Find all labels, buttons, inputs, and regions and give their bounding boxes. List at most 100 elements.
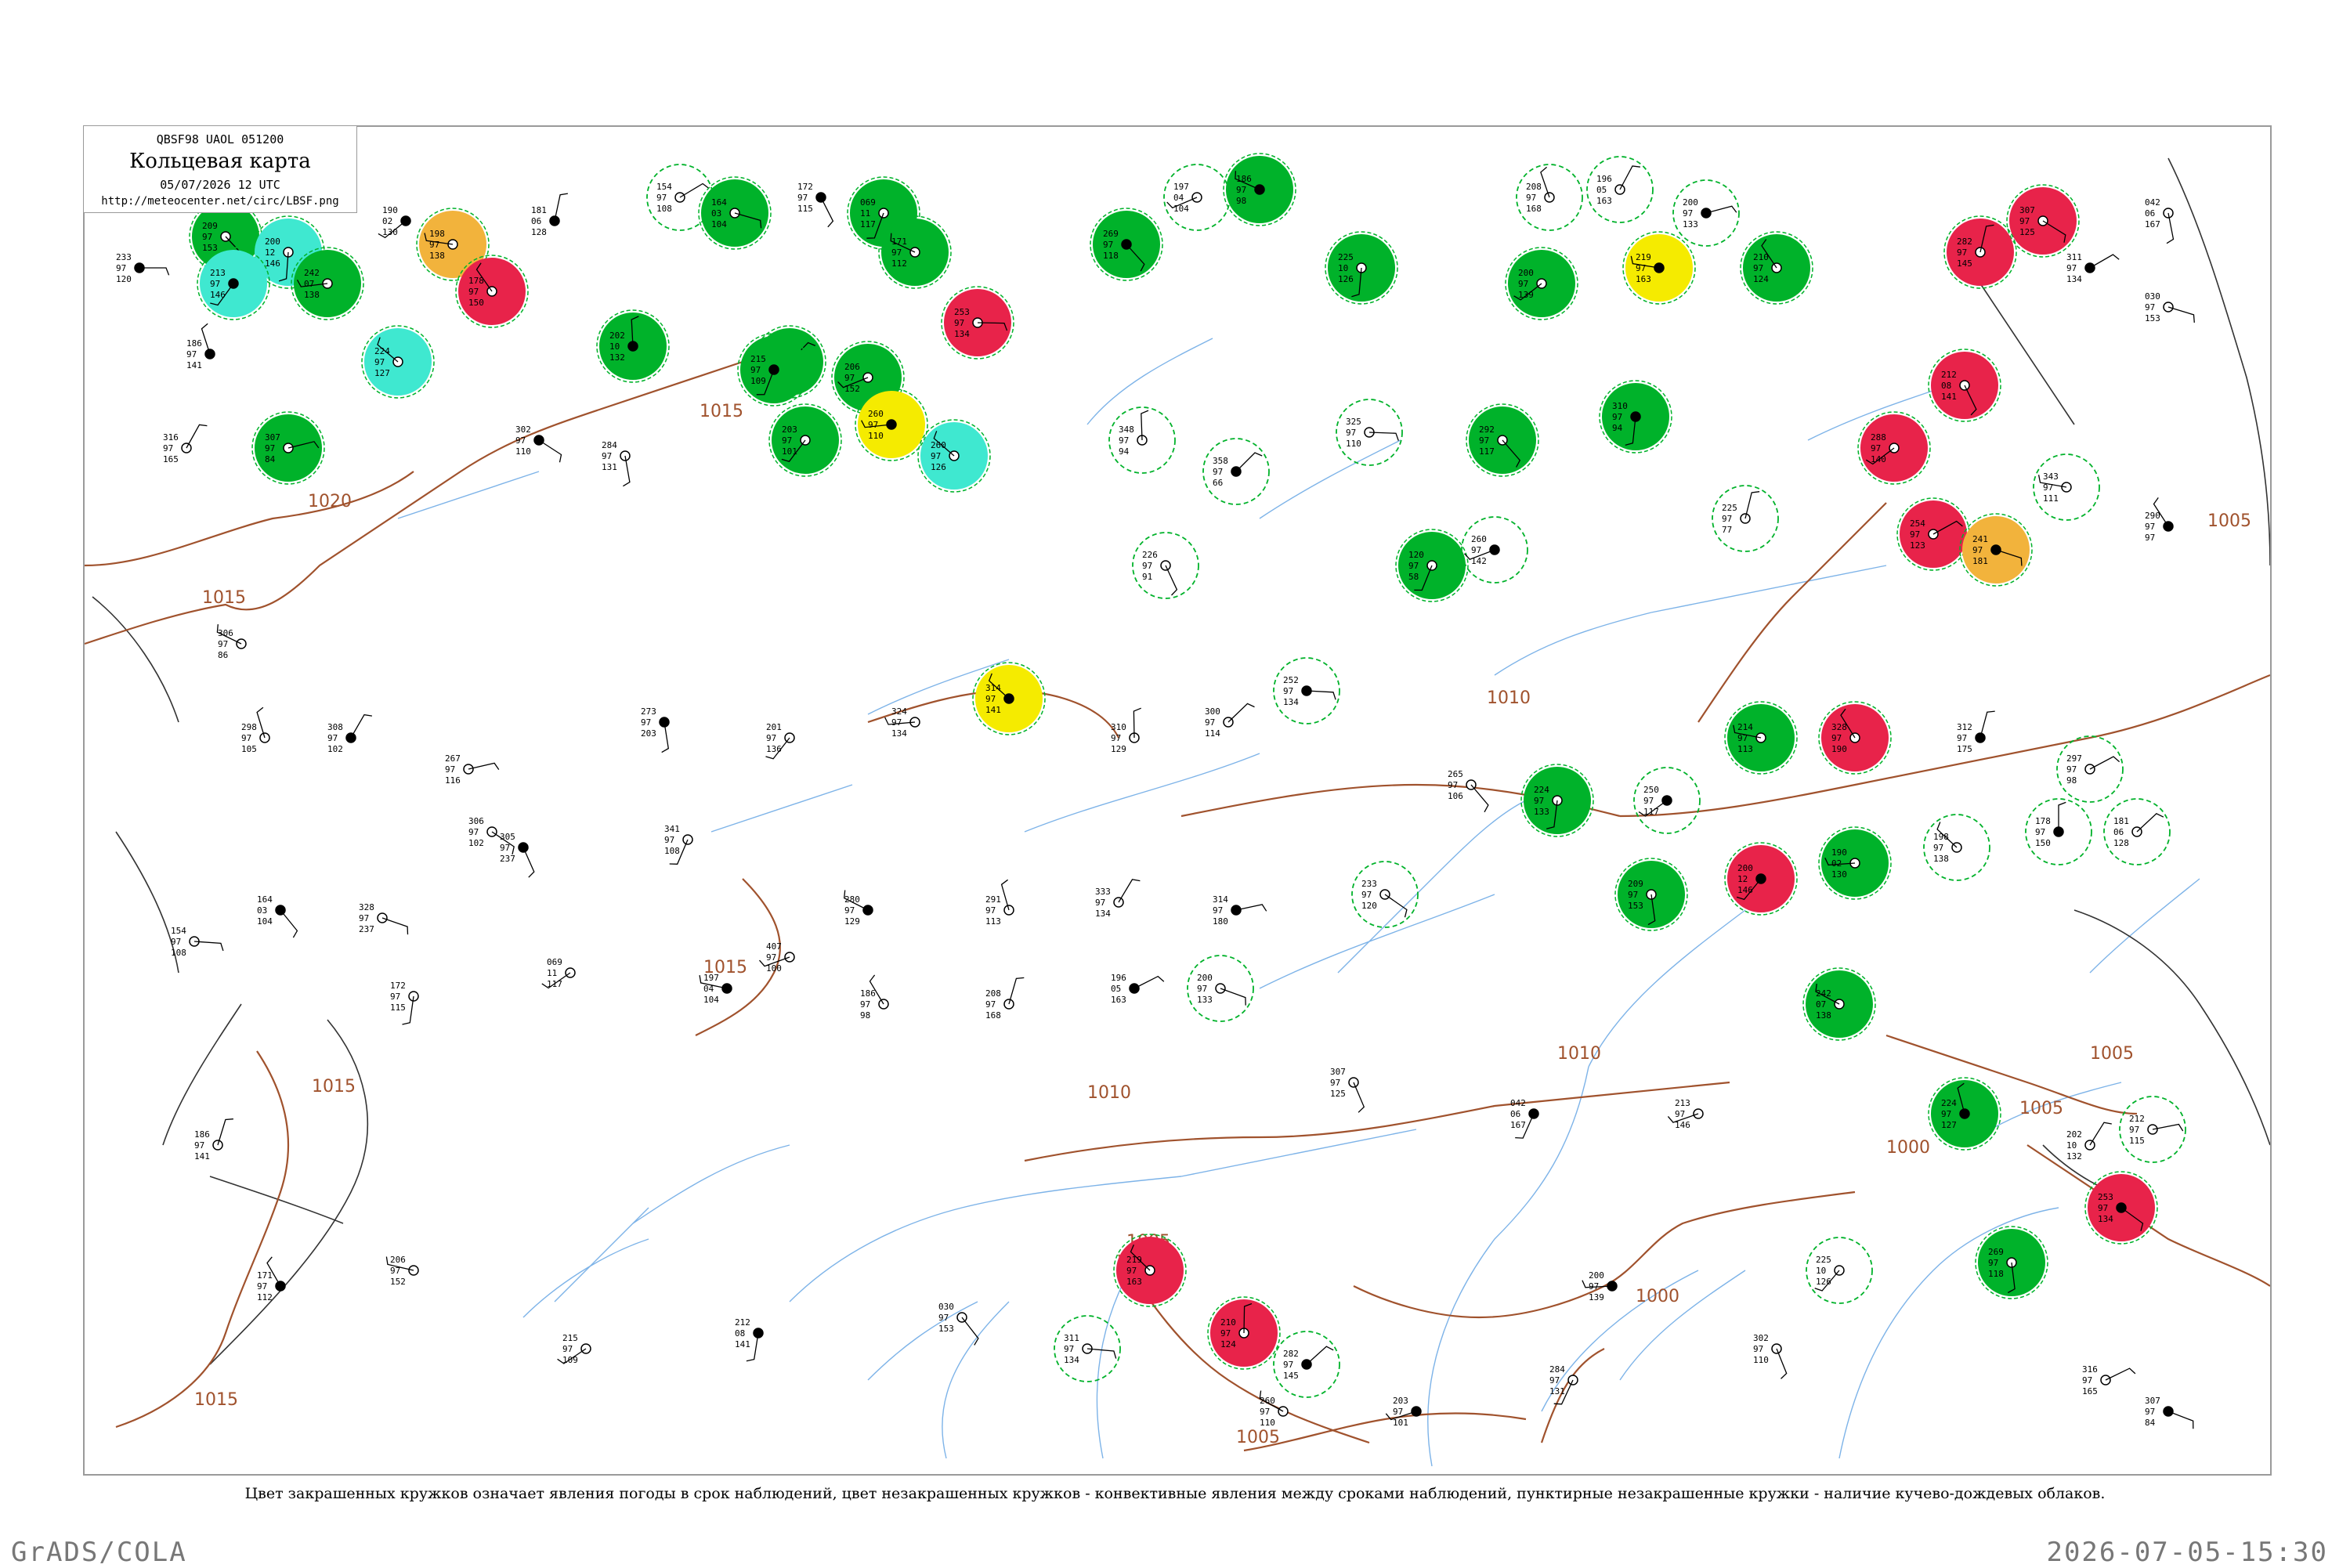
station-marker[interactable]: 31697165 — [2082, 1364, 2136, 1396]
station-marker[interactable]: 3109794 — [1599, 380, 1672, 453]
station-marker[interactable]: 28897140 — [1857, 411, 1931, 485]
station-marker[interactable]: 22497127 — [1928, 1077, 2001, 1151]
station-marker[interactable]: 34397111 — [2033, 453, 2100, 521]
station-marker[interactable]: 19002130 — [378, 205, 411, 239]
station-marker[interactable]: 17197112 — [878, 215, 952, 289]
station-marker[interactable]: 2909797 — [2145, 497, 2174, 543]
station-marker[interactable]: 31297175 — [1957, 710, 1995, 754]
station-marker[interactable]: 22497133 — [1520, 764, 1594, 837]
station-marker[interactable]: 19002130 — [1818, 826, 1892, 900]
station-marker[interactable]: 30297110 — [515, 425, 562, 463]
station-marker[interactable]: 25397134 — [941, 286, 1014, 359]
station-marker[interactable]: 26097110 — [855, 388, 928, 461]
station-marker[interactable]: 21397146 — [197, 247, 270, 320]
station-marker[interactable]: 26097142 — [1461, 516, 1528, 583]
station-marker[interactable]: 20097133 — [1672, 179, 1740, 247]
station-marker[interactable]: 03097153 — [2145, 291, 2195, 323]
station-marker[interactable]: 40797100 — [759, 941, 795, 974]
station-marker[interactable]: 23397120 — [116, 252, 170, 284]
station-marker[interactable]: 3589766 — [1202, 438, 1270, 505]
station-marker[interactable]: 24197181 — [1959, 513, 2033, 587]
station-marker[interactable]: 24207138 — [291, 247, 364, 320]
station-marker[interactable]: 31497141 — [972, 662, 1046, 735]
station-marker[interactable]: 19704104 — [699, 973, 732, 1005]
station-marker[interactable]: 18697141 — [186, 323, 215, 370]
station-marker[interactable]: 17297115 — [797, 182, 834, 228]
station-marker[interactable]: 20210132 — [596, 309, 670, 383]
station-marker[interactable]: 28297145 — [1943, 215, 2017, 289]
station-marker[interactable]: 18106128 — [2103, 798, 2171, 865]
station-marker[interactable]: 30097114 — [1205, 703, 1255, 739]
station-marker[interactable]: 27397203 — [641, 706, 670, 753]
station-marker[interactable]: 31197134 — [2066, 252, 2120, 284]
station-marker[interactable]: 32897190 — [1818, 701, 1892, 775]
station-marker[interactable]: 20012146 — [1724, 842, 1798, 916]
stations-layer[interactable]: 23397120 20997153 20012146 19002130 19897138… — [116, 153, 2195, 1429]
station-marker[interactable]: 20197136 — [765, 722, 795, 760]
station-marker[interactable]: 26797116 — [445, 753, 500, 786]
station-marker[interactable]: 16403104 — [257, 894, 298, 938]
station-marker[interactable]: 28497131 — [602, 440, 631, 487]
station-marker[interactable]: 21097124 — [1740, 231, 1813, 305]
station-marker[interactable]: 20397101 — [768, 403, 842, 477]
station-marker[interactable]: 15497108 — [171, 926, 224, 958]
station-marker[interactable]: 20897168 — [1516, 164, 1583, 231]
synoptic-map[interactable]: 1020 1015 1015 1015 1015 1015 1010 1010 … — [85, 127, 2270, 1474]
station-marker[interactable]: 20897168 — [985, 977, 1025, 1021]
station-marker[interactable]: 22510126 — [1325, 231, 1398, 305]
station-marker[interactable]: 17897150 — [455, 255, 529, 328]
station-marker[interactable]: 19897138 — [1923, 814, 1990, 881]
station-marker[interactable]: 34197108 — [664, 824, 693, 865]
station-marker[interactable]: 22510126 — [1806, 1237, 1873, 1304]
station-marker[interactable]: 1209758 — [1395, 529, 1469, 602]
station-marker[interactable]: 25297134 — [1273, 657, 1340, 724]
station-marker[interactable]: 3489794 — [1108, 406, 1176, 474]
station-marker[interactable]: 21397146 — [1667, 1098, 1704, 1130]
source-url[interactable]: http://meteocenter.net/circ/LBSF.png — [84, 195, 356, 208]
station-marker[interactable]: 21497113 — [1724, 701, 1798, 775]
station-marker[interactable]: 3069786 — [216, 624, 247, 660]
station-marker[interactable]: 17297115 — [390, 981, 419, 1025]
station-marker[interactable]: 16403104 — [698, 176, 772, 250]
station-marker[interactable]: 29297117 — [1466, 403, 1539, 477]
station-marker[interactable]: 03097153 — [938, 1302, 979, 1346]
station-marker[interactable]: 31097129 — [1111, 707, 1141, 754]
station-marker[interactable]: 31197134 — [1054, 1315, 1121, 1382]
station-marker[interactable]: 2979798 — [2056, 735, 2124, 803]
station-marker[interactable]: 04206167 — [2145, 197, 2175, 244]
station-marker[interactable]: 19605163 — [1586, 156, 1654, 223]
station-marker[interactable]: 30797125 — [1330, 1067, 1365, 1113]
station-marker[interactable]: 30897102 — [327, 714, 372, 754]
station-marker[interactable]: 26997118 — [1975, 1226, 2048, 1299]
station-marker[interactable]: 21208141 — [1928, 349, 2001, 422]
station-marker[interactable]: 33397134 — [1095, 879, 1141, 919]
station-marker[interactable]: 32897237 — [359, 902, 409, 935]
station-marker[interactable]: 06911117 — [541, 957, 576, 989]
station-marker[interactable]: 28097129 — [844, 890, 873, 927]
station-marker[interactable]: 30597237 — [500, 832, 535, 878]
station-marker[interactable]: 1869798 — [860, 974, 889, 1021]
station-marker[interactable]: 19605163 — [1111, 973, 1165, 1005]
station-marker[interactable]: 21208141 — [735, 1317, 764, 1362]
station-marker[interactable]: 17197112 — [257, 1256, 286, 1302]
station-marker[interactable]: 26997118 — [1090, 208, 1163, 281]
station-marker[interactable]: 26097110 — [1259, 1390, 1289, 1428]
station-marker[interactable]: 20997153 — [1614, 858, 1688, 931]
station-marker[interactable]: 23397120 — [1351, 861, 1419, 928]
station-marker[interactable]: 25497123 — [1896, 497, 1970, 571]
station-marker[interactable]: 17897150 — [2025, 798, 2092, 865]
station-marker[interactable]: 29197113 — [985, 879, 1014, 927]
station-marker[interactable]: 21997163 — [1622, 231, 1696, 305]
station-marker[interactable]: 21597109 — [737, 333, 811, 406]
station-marker[interactable]: 20697152 — [385, 1255, 419, 1287]
station-marker[interactable]: 3079784 — [2145, 1396, 2194, 1429]
station-marker[interactable]: 26097126 — [917, 419, 991, 493]
station-marker[interactable]: 31697165 — [163, 424, 208, 464]
station-marker[interactable]: 24207138 — [1802, 967, 1876, 1041]
station-marker[interactable]: 26597106 — [1448, 769, 1489, 813]
station-marker[interactable]: 22497127 — [361, 325, 435, 399]
station-marker[interactable]: 20097139 — [1505, 247, 1578, 320]
station-marker[interactable]: 21097124 — [1207, 1296, 1281, 1370]
station-marker[interactable]: 29897105 — [241, 706, 270, 754]
station-marker[interactable]: 04206167 — [1510, 1098, 1539, 1139]
